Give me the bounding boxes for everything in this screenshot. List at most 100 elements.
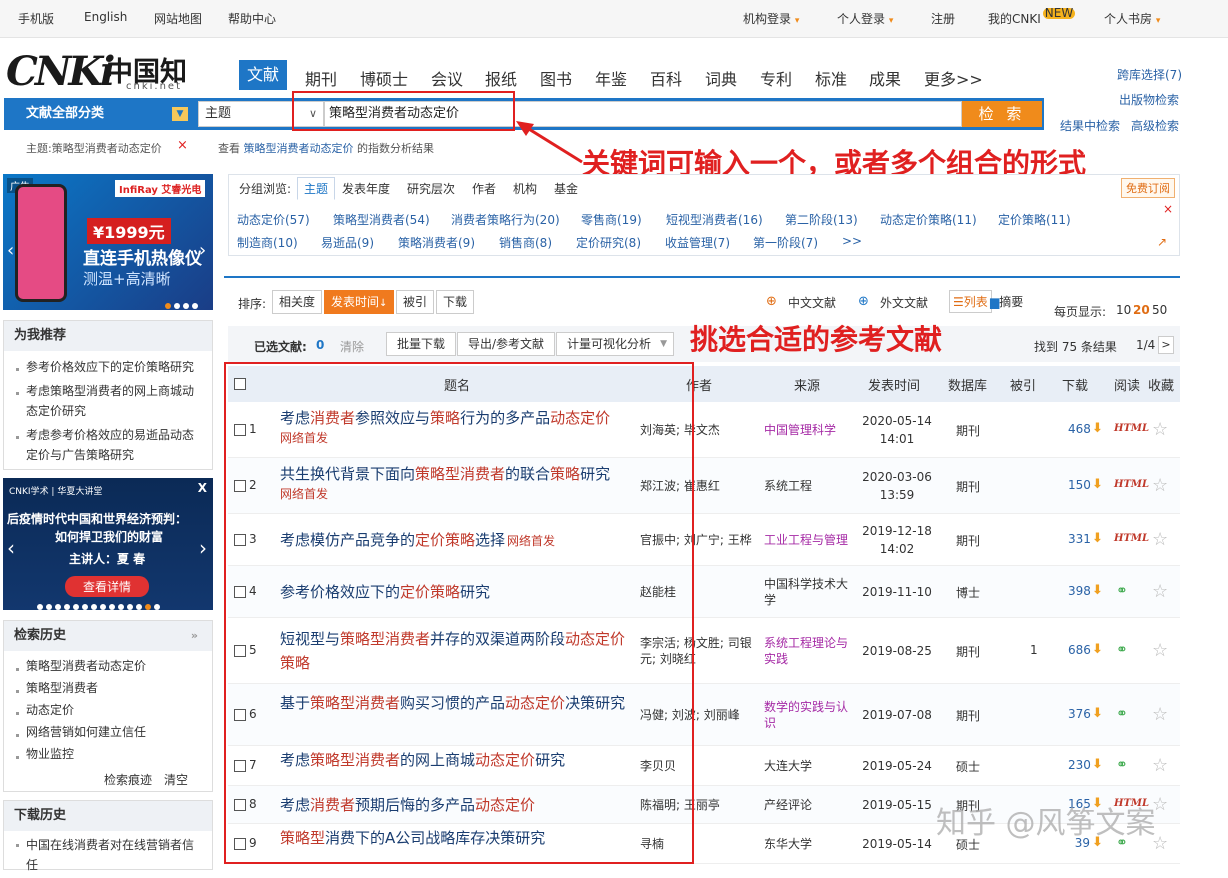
html-read-icon[interactable]: HTML — [1114, 533, 1149, 544]
sitemap-link[interactable]: 网站地图 — [154, 10, 202, 27]
index-analysis-link[interactable]: 策略型消费者动态定价 — [244, 142, 354, 155]
favorite-star-icon[interactable]: ☆ — [1152, 475, 1168, 496]
row-downloads[interactable]: 686 — [1068, 643, 1091, 657]
next-arrow-icon[interactable]: › — [199, 536, 207, 560]
collapse-icon[interactable]: » — [191, 621, 198, 651]
within-results-search-link[interactable]: 结果中检索 — [1060, 117, 1120, 134]
group-item[interactable]: 消费者策略行为(20) — [451, 211, 560, 228]
group-tab-year[interactable]: 发表年度 — [342, 180, 390, 197]
ad-thermal-camera[interactable]: 广告 InfiRay 艾睿光电 ¥1999元 直连手机热像仪 测温+高清晰 ‹ … — [3, 174, 213, 310]
history-item[interactable]: 策略型消费者 — [4, 677, 212, 699]
recommend-item[interactable]: 参考价格效应下的定价策略研究 — [4, 355, 212, 379]
group-tab-org[interactable]: 机构 — [513, 180, 537, 197]
recommend-item[interactable]: 考虑参考价格效应的易逝品动态定价与广告策略研究 — [4, 423, 212, 467]
tab-patent[interactable]: 专利 — [760, 66, 792, 90]
row-source[interactable]: 产经评论 — [764, 797, 854, 813]
my-cnki-link[interactable]: 我的CNKI NEW — [988, 7, 1076, 27]
group-item[interactable]: 动态定价(57) — [237, 211, 310, 228]
col-favorite[interactable]: 收藏 — [1148, 375, 1174, 394]
group-item[interactable]: 动态定价策略(11) — [880, 211, 977, 228]
clear-history-link[interactable]: 清空 — [164, 771, 188, 788]
english-link[interactable]: English — [84, 10, 127, 24]
search-button[interactable]: 检 索 — [962, 101, 1042, 127]
ad2-close-icon[interactable]: X — [198, 481, 207, 495]
visual-analysis-button[interactable]: 计量可视化分析 ▼ — [556, 332, 675, 356]
group-tab-level[interactable]: 研究层次 — [407, 180, 455, 197]
mobile-link[interactable]: 手机版 — [18, 10, 54, 27]
row-downloads[interactable]: 230 — [1068, 758, 1091, 772]
cross-db-link[interactable]: 跨库选择(7) — [1117, 66, 1182, 83]
sort-date[interactable]: 发表时间↓ — [324, 290, 395, 314]
tab-dictionary[interactable]: 词典 — [705, 66, 737, 90]
tab-achievement[interactable]: 成果 — [869, 66, 901, 90]
group-more[interactable]: >> — [842, 234, 862, 248]
row-downloads[interactable]: 376 — [1068, 707, 1091, 721]
book-icon[interactable]: ⚭ — [1116, 706, 1128, 722]
history-item[interactable]: 策略型消费者动态定价 — [4, 655, 212, 677]
group-item[interactable]: 收益管理(7) — [665, 234, 730, 251]
per-page-50[interactable]: 50 — [1152, 303, 1167, 317]
row-cited[interactable]: 1 — [1030, 643, 1038, 657]
history-item[interactable]: 动态定价 — [4, 699, 212, 721]
html-read-icon[interactable]: HTML — [1114, 479, 1149, 490]
download-history-item[interactable]: 中国在线消费者对在线营销者信任 — [4, 831, 212, 878]
next-arrow-icon[interactable]: › — [199, 240, 206, 261]
group-item[interactable]: 第一阶段(7) — [753, 234, 818, 251]
tab-book[interactable]: 图书 — [540, 66, 572, 90]
group-tab-topic[interactable]: 主题 — [297, 177, 336, 200]
download-icon[interactable]: ⬇ — [1092, 583, 1103, 598]
clear-selection-link[interactable]: 清除 — [340, 338, 364, 355]
recommend-item[interactable]: 考虑策略型消费者的网上商城动态定价研究 — [4, 379, 212, 423]
col-cited[interactable]: 被引 — [1010, 375, 1036, 394]
advanced-search-link[interactable]: 高级检索 — [1131, 117, 1179, 134]
group-item[interactable]: 易逝品(9) — [321, 234, 374, 251]
ad2-detail-button[interactable]: 查看详情 — [65, 576, 150, 597]
download-icon[interactable]: ⬇ — [1092, 642, 1103, 657]
col-read[interactable]: 阅读 — [1114, 375, 1140, 394]
close-icon[interactable]: × — [1163, 202, 1173, 216]
group-item[interactable]: 第二阶段(13) — [785, 211, 858, 228]
tab-conference[interactable]: 会议 — [431, 66, 463, 90]
col-database[interactable]: 数据库 — [948, 375, 987, 394]
group-item[interactable]: 策略消费者(9) — [398, 234, 475, 251]
download-icon[interactable]: ⬇ — [1092, 757, 1103, 772]
foreign-docs-link[interactable]: 外文文献 — [880, 294, 928, 311]
tab-literature[interactable]: 文献 — [239, 60, 288, 90]
row-source[interactable]: 中国科学技术大学 — [764, 576, 854, 608]
category-selector[interactable]: 文献全部分类 ▼ — [4, 98, 192, 130]
row-downloads[interactable]: 150 — [1068, 478, 1091, 492]
row-source[interactable]: 工业工程与管理 — [764, 532, 854, 548]
register-link[interactable]: 注册 — [931, 10, 955, 27]
row-source[interactable]: 系统工程 — [764, 478, 854, 494]
tab-yearbook[interactable]: 年鉴 — [595, 66, 627, 90]
sort-download[interactable]: 下载 — [436, 290, 475, 314]
history-item[interactable]: 网络营销如何建立信任 — [4, 721, 212, 743]
export-button[interactable]: 导出/参考文献 — [457, 332, 556, 356]
book-icon[interactable]: ⚭ — [1116, 583, 1128, 599]
per-page-20[interactable]: 20 — [1133, 303, 1150, 317]
group-item[interactable]: 零售商(19) — [581, 211, 642, 228]
group-item[interactable]: 定价研究(8) — [576, 234, 641, 251]
tab-encyclopedia[interactable]: 百科 — [650, 66, 682, 90]
col-downloads[interactable]: 下载 — [1062, 375, 1088, 394]
group-tab-fund[interactable]: 基金 — [554, 180, 578, 197]
group-item[interactable]: 销售商(8) — [499, 234, 552, 251]
tab-more[interactable]: 更多>> — [924, 66, 983, 90]
favorite-star-icon[interactable]: ☆ — [1152, 755, 1168, 776]
publication-search-link[interactable]: 出版物检索 — [1119, 91, 1179, 108]
group-item[interactable]: 策略型消费者(54) — [333, 211, 430, 228]
col-date[interactable]: 发表时间 — [868, 375, 920, 394]
group-item[interactable]: 制造商(10) — [237, 234, 298, 251]
favorite-star-icon[interactable]: ☆ — [1152, 581, 1168, 602]
tab-journal[interactable]: 期刊 — [305, 66, 337, 90]
search-trace-link[interactable]: 检索痕迹 — [104, 771, 152, 788]
chart-icon[interactable]: ↗ — [1157, 235, 1167, 249]
list-view-button[interactable]: ☰列表 — [949, 290, 992, 313]
row-downloads[interactable]: 468 — [1068, 422, 1091, 436]
next-page-button[interactable]: > — [1158, 336, 1174, 354]
download-icon[interactable]: ⬇ — [1092, 477, 1103, 492]
book-icon[interactable]: ⚭ — [1116, 757, 1128, 773]
tab-thesis[interactable]: 博硕士 — [360, 66, 408, 90]
personal-login-link[interactable]: 个人登录 ▾ — [837, 10, 893, 27]
download-icon[interactable]: ⬇ — [1092, 531, 1103, 546]
